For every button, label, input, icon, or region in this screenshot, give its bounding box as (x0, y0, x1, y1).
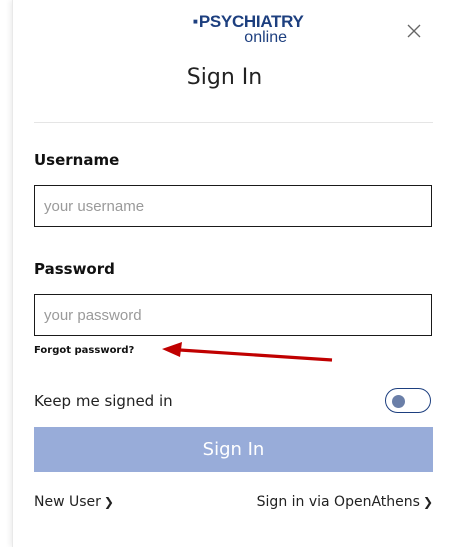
sign-in-button[interactable]: Sign In (34, 427, 433, 472)
toggle-knob (392, 395, 405, 408)
forgot-password-link[interactable]: Forgot password? (34, 345, 134, 357)
keep-signed-in-label: Keep me signed in (34, 392, 173, 410)
chevron-right-icon: ❯ (422, 495, 433, 509)
close-button[interactable] (403, 20, 425, 42)
annotation-arrow (162, 342, 333, 362)
password-label: Password (34, 260, 115, 278)
close-icon (407, 24, 421, 38)
new-user-link[interactable]: New User ❯ (34, 493, 114, 511)
divider (34, 122, 433, 123)
username-input[interactable] (34, 185, 432, 227)
password-input[interactable] (34, 294, 432, 336)
username-label: Username (34, 151, 120, 169)
dialog-title: Sign In (186, 65, 263, 90)
chevron-right-icon: ❯ (103, 495, 114, 509)
openathens-link[interactable]: Sign in via OpenAthens ❯ (257, 493, 433, 511)
keep-signed-in-toggle[interactable] (385, 388, 431, 413)
psychiatry-online-logo: ■PSYCHIATRY online (193, 12, 304, 47)
